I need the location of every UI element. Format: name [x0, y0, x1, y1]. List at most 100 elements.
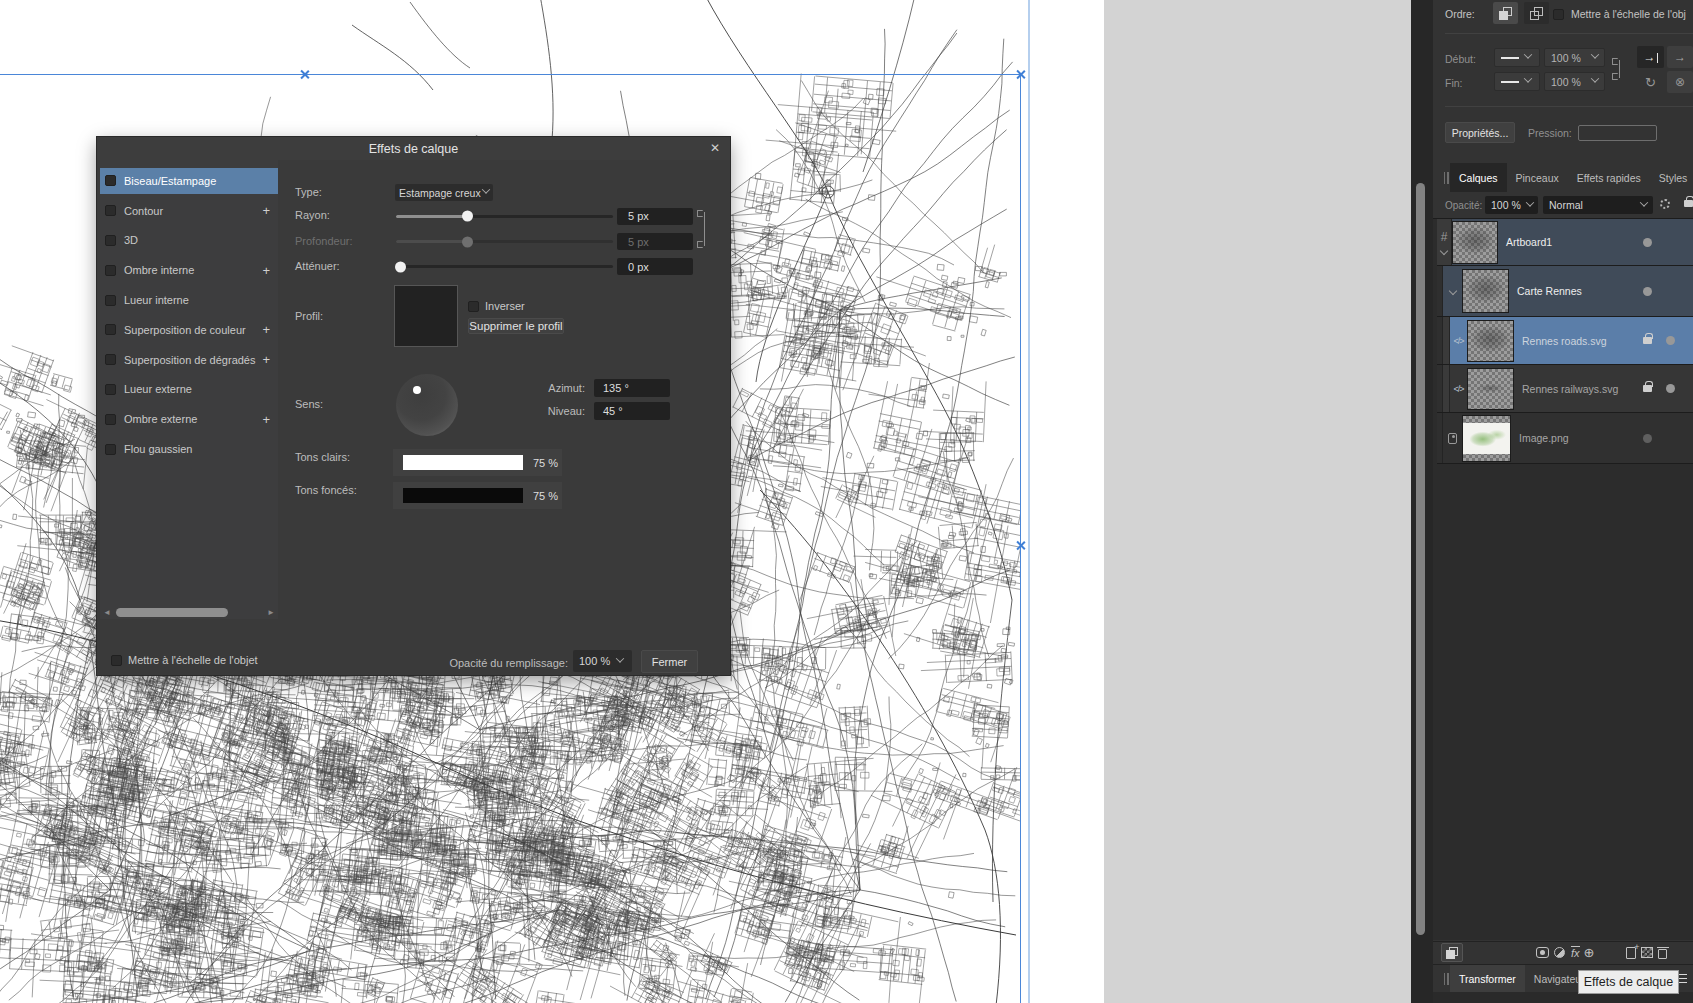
- layer-thumbnail[interactable]: [1467, 368, 1514, 410]
- scrollbar-thumb[interactable]: [1416, 183, 1425, 935]
- effect-checkbox[interactable]: [105, 175, 116, 186]
- slider-handle[interactable]: [462, 236, 473, 247]
- effects-list-hscrollbar[interactable]: ◄ ►: [100, 606, 278, 618]
- visibility-dot[interactable]: [1643, 287, 1652, 296]
- visibility-dot[interactable]: [1666, 384, 1675, 393]
- delete-layer-icon[interactable]: [1658, 949, 1667, 959]
- lock-icon[interactable]: [1684, 200, 1693, 207]
- effect-item[interactable]: Superposition de couleur+: [100, 317, 278, 343]
- layer-name[interactable]: Artboard1: [1506, 236, 1552, 248]
- layer-row-artboard1[interactable]: #Artboard1: [1437, 219, 1693, 266]
- end-stroke-combo[interactable]: [1494, 72, 1540, 91]
- level-input[interactable]: 45 °: [594, 402, 670, 420]
- effect-item[interactable]: Flou gaussien: [100, 436, 278, 462]
- properties-button[interactable]: Propriétés...: [1445, 122, 1515, 143]
- gear-icon[interactable]: [1660, 199, 1670, 209]
- fx-icon[interactable]: fx: [1571, 946, 1580, 959]
- effect-checkbox[interactable]: [105, 324, 116, 335]
- tone-bar[interactable]: [403, 455, 523, 470]
- layer-name[interactable]: Carte Rennes: [1517, 285, 1582, 297]
- effect-item[interactable]: Lueur externe: [100, 377, 278, 403]
- direction-sphere[interactable]: [396, 374, 458, 436]
- layers-stack-icon[interactable]: [1441, 943, 1463, 962]
- layer-row-image-png[interactable]: Image.png: [1437, 413, 1693, 464]
- chevron-down-icon[interactable]: [1448, 287, 1456, 295]
- layer-name[interactable]: Rennes railways.svg: [1522, 383, 1618, 395]
- tab-styles[interactable]: Styles: [1650, 163, 1693, 192]
- layer-row-rennes-roads-svg[interactable]: </>Rennes roads.svg: [1437, 317, 1693, 365]
- tone-bar[interactable]: [403, 488, 523, 503]
- opacity-combo[interactable]: 100 %: [1485, 196, 1538, 214]
- effect-item[interactable]: Lueur interne: [100, 287, 278, 313]
- pressure-profile-button[interactable]: →: [1637, 46, 1664, 68]
- effect-checkbox[interactable]: [105, 205, 116, 216]
- effect-item[interactable]: Contour+: [100, 198, 278, 224]
- effect-checkbox[interactable]: [105, 235, 116, 246]
- tab-transformer[interactable]: Transformer: [1450, 965, 1525, 992]
- lock-icon[interactable]: [1643, 337, 1652, 344]
- reset-button[interactable]: ⊗: [1667, 71, 1693, 93]
- visibility-dot[interactable]: [1666, 336, 1675, 345]
- panel-drag-handle[interactable]: [1442, 163, 1450, 192]
- effect-checkbox[interactable]: [105, 414, 116, 425]
- fill-opacity-combo[interactable]: 100 %: [573, 650, 632, 672]
- expand-plus-icon[interactable]: +: [262, 203, 270, 218]
- end-percent-combo[interactable]: 100 %: [1544, 72, 1605, 91]
- close-button[interactable]: Fermer: [641, 650, 698, 673]
- selection-handle[interactable]: [300, 70, 309, 79]
- visibility-dot[interactable]: [1643, 434, 1652, 443]
- slider-handle[interactable]: [395, 261, 406, 272]
- selection-handle[interactable]: [1016, 70, 1025, 79]
- scroll-right-icon[interactable]: ►: [264, 608, 278, 617]
- slider-value[interactable]: 0 px: [617, 258, 693, 275]
- expand-plus-icon[interactable]: +: [262, 263, 270, 278]
- scale-with-object-checkbox[interactable]: [111, 655, 122, 666]
- slider-value[interactable]: 5 px: [617, 233, 693, 250]
- tab-calques[interactable]: Calques: [1450, 163, 1507, 192]
- tab-pinceaux[interactable]: Pinceaux: [1507, 163, 1568, 192]
- blend-mode-combo[interactable]: Normal: [1543, 196, 1653, 214]
- scale-object-checkbox[interactable]: [1553, 9, 1564, 20]
- layer-thumbnail[interactable]: [1462, 415, 1511, 462]
- slider-handle[interactable]: [462, 211, 473, 222]
- layer-row-rennes-railways-svg[interactable]: </>Rennes railways.svg: [1437, 365, 1693, 413]
- scrollbar-thumb[interactable]: [116, 608, 228, 617]
- start-percent-combo[interactable]: 100 %: [1544, 48, 1605, 67]
- repeat-button[interactable]: ↻: [1637, 71, 1664, 93]
- azimuth-input[interactable]: 135 °: [594, 379, 670, 397]
- mask-icon[interactable]: [1536, 947, 1549, 958]
- link-radius-depth-icon[interactable]: [697, 210, 705, 248]
- profile-swatch[interactable]: [394, 285, 458, 347]
- order-to-back-button[interactable]: [1524, 2, 1549, 24]
- slider[interactable]: [396, 240, 613, 243]
- layer-thumbnail[interactable]: [1452, 221, 1498, 264]
- effect-item[interactable]: Ombre interne+: [100, 257, 278, 283]
- layer-thumbnail[interactable]: [1467, 320, 1514, 362]
- rasterize-icon[interactable]: [1641, 947, 1653, 958]
- effect-item[interactable]: Superposition de dégradés+: [100, 347, 278, 373]
- dialog-close-icon[interactable]: ✕: [708, 141, 722, 155]
- effect-checkbox[interactable]: [105, 444, 116, 455]
- add-layer-icon[interactable]: [1626, 947, 1636, 959]
- lock-icon[interactable]: [1643, 385, 1652, 392]
- adjustment-icon[interactable]: [1554, 947, 1565, 958]
- effect-checkbox[interactable]: [105, 384, 116, 395]
- link-start-end-icon[interactable]: [1612, 58, 1620, 80]
- live-filter-icon[interactable]: ⊕: [1584, 945, 1595, 960]
- pressure-input[interactable]: [1578, 125, 1657, 141]
- chevron-down-icon[interactable]: [1440, 247, 1448, 255]
- expand-plus-icon[interactable]: +: [262, 322, 270, 337]
- layer-name[interactable]: Image.png: [1519, 432, 1569, 444]
- canvas-vertical-scrollbar[interactable]: [1411, 0, 1433, 1003]
- visibility-dot[interactable]: [1643, 238, 1652, 247]
- effect-item[interactable]: Biseau/Estampage: [100, 168, 278, 194]
- order-to-front-button[interactable]: [1493, 2, 1518, 24]
- layer-row-carte-rennes[interactable]: Carte Rennes: [1437, 266, 1693, 317]
- effect-checkbox[interactable]: [105, 265, 116, 276]
- panel-drag-handle[interactable]: [1442, 965, 1450, 992]
- slider[interactable]: [396, 215, 613, 218]
- tab-effets-rapides[interactable]: Effets rapides: [1568, 163, 1650, 192]
- expand-plus-icon[interactable]: +: [262, 412, 270, 427]
- pressure-linear-button[interactable]: →: [1667, 46, 1693, 68]
- effect-checkbox[interactable]: [105, 295, 116, 306]
